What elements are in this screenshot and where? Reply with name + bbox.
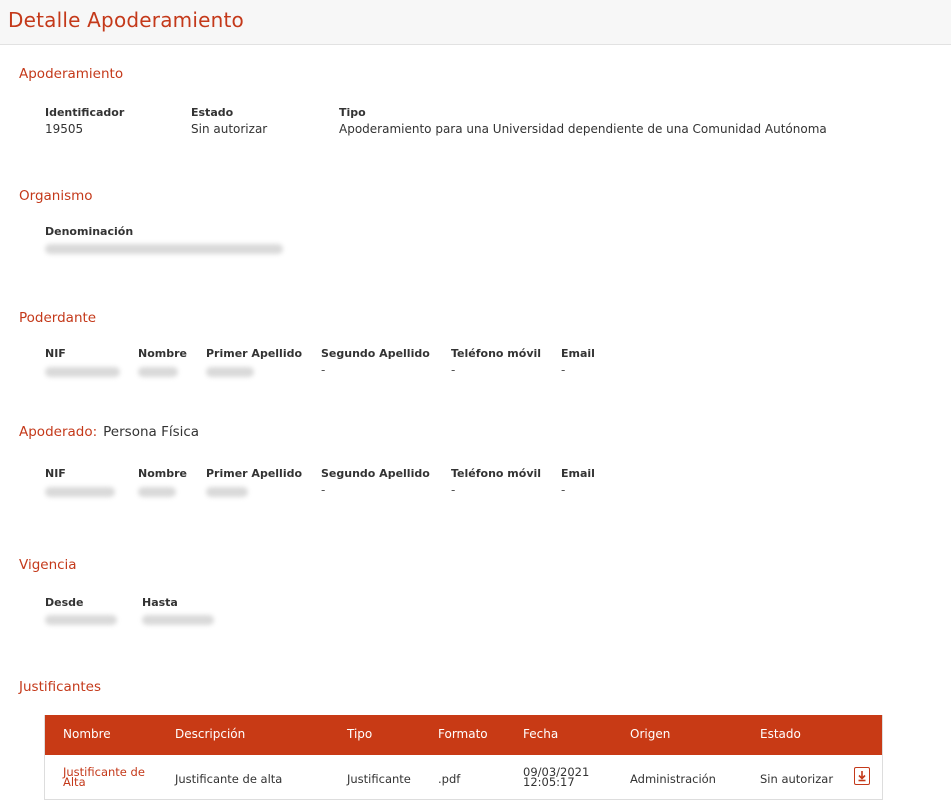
label-apoderado-nombre: Nombre (138, 467, 187, 480)
redacted-apoderado-nif (45, 487, 115, 497)
redacted-poderdante-primer-apellido (206, 367, 254, 377)
cell-nombre-link[interactable]: Justificante de Alta (63, 766, 163, 788)
redacted-poderdante-nombre (138, 367, 178, 377)
value-tipo: Apoderamiento para una Universidad depen… (339, 122, 827, 136)
redacted-poderdante-nif (45, 367, 120, 377)
label-poderdante-segundo-apellido: Segundo Apellido (321, 347, 430, 360)
value-poderdante-segundo-apellido: - (321, 363, 326, 377)
label-desde: Desde (45, 596, 84, 609)
col-header-tipo: Tipo (347, 727, 373, 741)
redacted-hasta (142, 615, 214, 625)
apoderado-tipo: Persona Física (103, 424, 200, 440)
table-row: Justificante de Alta Justificante de alt… (45, 755, 882, 799)
label-apoderado-nif: NIF (45, 467, 66, 480)
section-title-justificantes: Justificantes (19, 679, 102, 695)
section-title-apoderado-label: Apoderado: (19, 424, 98, 440)
label-identificador: Identificador (45, 106, 125, 119)
label-hasta: Hasta (142, 596, 178, 609)
justificantes-table: Nombre Descripción Tipo Formato Fecha Or… (44, 715, 883, 800)
download-button[interactable] (854, 767, 870, 785)
value-apoderado-segundo-apellido: - (321, 483, 326, 497)
section-title-apoderamiento: Apoderamiento (19, 66, 124, 82)
label-apoderado-email: Email (561, 467, 595, 480)
table-header: Nombre Descripción Tipo Formato Fecha Or… (45, 715, 882, 755)
col-header-nombre: Nombre (63, 727, 111, 741)
page-header: Detalle Apoderamiento (0, 0, 951, 45)
value-apoderado-email: - (561, 483, 566, 497)
redacted-desde (45, 615, 117, 625)
value-identificador: 19505 (45, 122, 84, 136)
label-poderdante-nombre: Nombre (138, 347, 187, 360)
label-apoderado-primer-apellido: Primer Apellido (206, 467, 303, 480)
value-poderdante-telefono: - (451, 363, 456, 377)
section-title-apoderado: Apoderado: Persona Física (19, 424, 199, 440)
section-title-vigencia: Vigencia (19, 557, 77, 573)
label-poderdante-email: Email (561, 347, 595, 360)
label-poderdante-primer-apellido: Primer Apellido (206, 347, 303, 360)
col-header-estado: Estado (760, 727, 801, 741)
cell-estado: Sin autorizar (760, 772, 834, 786)
cell-tipo: Justificante (347, 772, 411, 786)
label-tipo: Tipo (339, 106, 366, 119)
label-denominacion: Denominación (45, 225, 134, 238)
label-poderdante-nif: NIF (45, 347, 66, 360)
col-header-descripcion: Descripción (175, 727, 246, 741)
redacted-apoderado-primer-apellido (206, 487, 248, 497)
redacted-apoderado-nombre (138, 487, 176, 497)
col-header-origen: Origen (630, 727, 671, 741)
cell-descripcion: Justificante de alta (175, 772, 283, 786)
download-icon (858, 771, 866, 782)
label-estado: Estado (191, 106, 234, 119)
section-title-organismo: Organismo (19, 188, 93, 204)
label-apoderado-telefono: Teléfono móvil (451, 467, 542, 480)
cell-formato: .pdf (438, 772, 461, 786)
label-poderdante-telefono: Teléfono móvil (451, 347, 542, 360)
cell-origen: Administración (630, 772, 716, 786)
section-title-poderdante: Poderdante (19, 310, 97, 326)
col-header-formato: Formato (438, 727, 488, 741)
value-poderdante-email: - (561, 363, 566, 377)
value-estado: Sin autorizar (191, 122, 268, 136)
page-title: Detalle Apoderamiento (8, 8, 244, 32)
value-apoderado-telefono: - (451, 483, 456, 497)
label-apoderado-segundo-apellido: Segundo Apellido (321, 467, 430, 480)
cell-fecha: 09/03/2021 12:05:17 (523, 765, 590, 789)
redacted-denominacion (45, 244, 283, 254)
col-header-fecha: Fecha (523, 727, 559, 741)
